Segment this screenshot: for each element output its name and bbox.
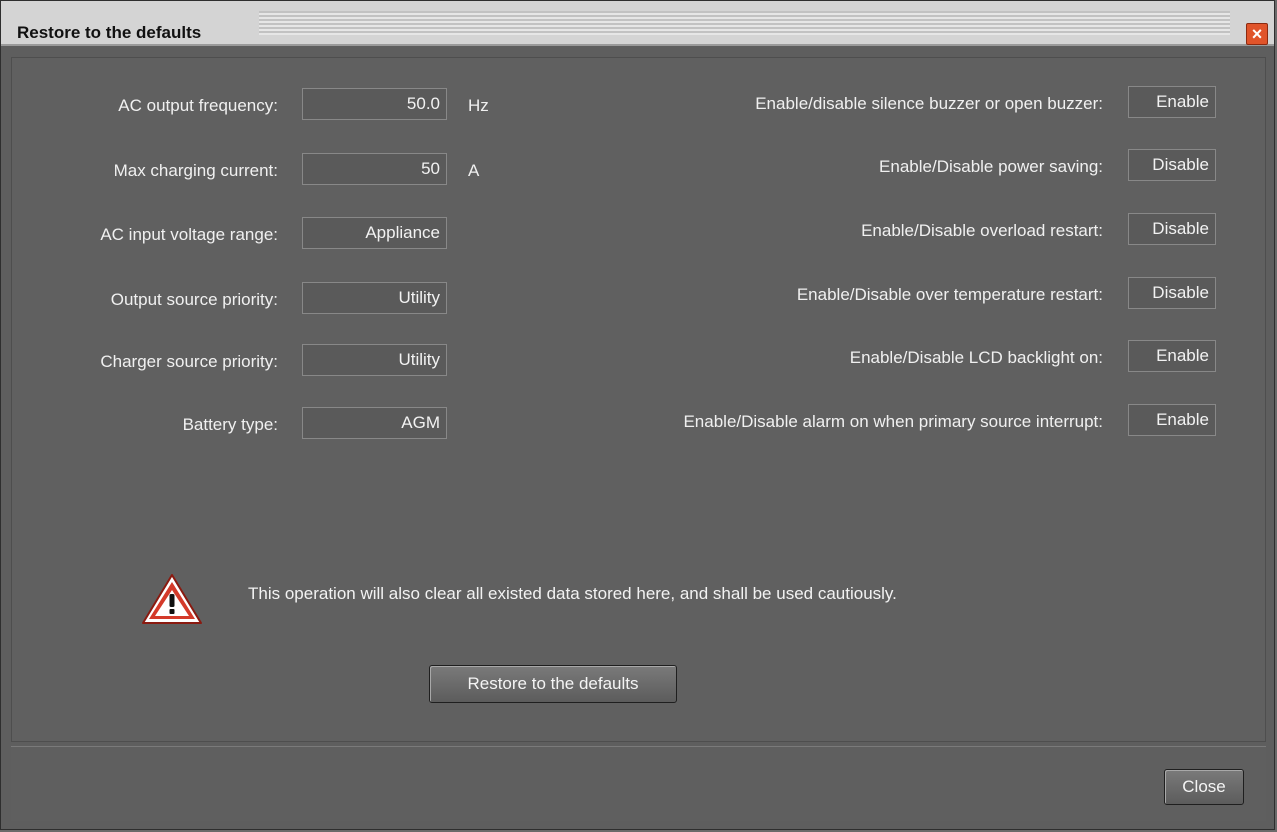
power-saving-value: Disable [1128, 149, 1216, 181]
max-charging-current-unit: A [468, 161, 480, 180]
lcd-backlight-value: Enable [1128, 340, 1216, 372]
output-source-priority-label: Output source priority: [110, 290, 278, 309]
restore-defaults-button[interactable]: Restore to the defaults [429, 665, 677, 703]
warning-text: This operation will also clear all exist… [248, 584, 897, 603]
output-source-priority-value: Utility [302, 282, 447, 314]
max-charging-current-value: 50 [302, 153, 447, 185]
dialog-footer [11, 746, 1266, 821]
window-title: Restore to the defaults [17, 23, 202, 42]
overload-restart-value: Disable [1128, 213, 1216, 245]
charger-source-priority-label: Charger source priority: [100, 352, 278, 371]
title-bar-grip [259, 11, 1230, 35]
restore-defaults-dialog: Restore to the defaults × AC output freq… [0, 0, 1275, 830]
ac-input-voltage-range-label: AC input voltage range: [100, 225, 278, 244]
charger-source-priority-value: Utility [302, 344, 447, 376]
alarm-primary-source-label: Enable/Disable alarm on when primary sou… [683, 412, 1103, 431]
silence-buzzer-label: Enable/disable silence buzzer or open bu… [755, 94, 1103, 113]
ac-output-frequency-label: AC output frequency: [118, 96, 278, 115]
power-saving-label: Enable/Disable power saving: [879, 157, 1103, 176]
ac-input-voltage-range-value: Appliance [302, 217, 447, 249]
warning-triangle-icon [142, 574, 202, 624]
overload-restart-label: Enable/Disable overload restart: [861, 221, 1103, 240]
over-temperature-restart-value: Disable [1128, 277, 1216, 309]
max-charging-current-label: Max charging current: [113, 161, 278, 180]
lcd-backlight-label: Enable/Disable LCD backlight on: [849, 348, 1103, 367]
close-window-icon[interactable]: × [1246, 23, 1268, 45]
silence-buzzer-value: Enable [1128, 86, 1216, 118]
battery-type-value: AGM [302, 407, 447, 439]
ac-output-frequency-value: 50.0 [302, 88, 447, 120]
over-temperature-restart-label: Enable/Disable over temperature restart: [796, 285, 1103, 304]
title-bar[interactable]: Restore to the defaults × [1, 1, 1274, 46]
close-button[interactable]: Close [1164, 769, 1244, 805]
alarm-primary-source-value: Enable [1128, 404, 1216, 436]
battery-type-label: Battery type: [182, 415, 278, 434]
